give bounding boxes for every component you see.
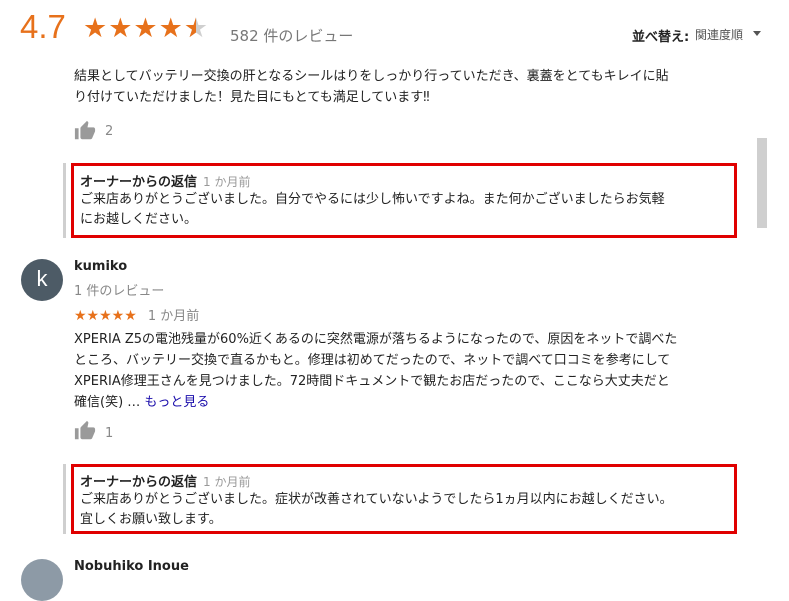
avatar[interactable]: k xyxy=(21,259,63,301)
overall-rating: 4.7 xyxy=(20,8,66,45)
rating-stars: ★★★★★★ xyxy=(83,14,209,44)
more-link[interactable]: もっと見る xyxy=(144,395,209,410)
reply-title: オーナーからの返信 xyxy=(80,475,198,490)
sort-label: 並べ替え: xyxy=(632,30,690,45)
review-rating-row: ★★★★★ 1 か月前 xyxy=(74,305,199,324)
reply-title: オーナーからの返信 xyxy=(80,175,198,190)
sort-dropdown[interactable]: 関連度順 xyxy=(695,26,743,43)
thumbs-up-icon[interactable] xyxy=(74,120,96,142)
reviewer-name[interactable]: kumiko xyxy=(74,259,127,274)
reviewer-name[interactable]: Nobuhiko Inoue xyxy=(74,559,189,574)
like-count: 2 xyxy=(105,124,114,139)
like-count: 1 xyxy=(105,426,114,441)
half-star-icon: ★★ xyxy=(183,13,210,44)
scrollbar-thumb[interactable] xyxy=(757,138,767,228)
thumbs-up-icon[interactable] xyxy=(74,420,96,442)
star-rating: ★★★★★ xyxy=(74,308,137,324)
owner-reply: オーナーからの返信 1 か月前 ご来店ありがとうございました。自分でやるには少し怖… xyxy=(80,171,665,230)
review-count: 582 件のレビュー xyxy=(230,27,354,45)
chevron-down-icon[interactable] xyxy=(753,31,761,36)
full-stars: ★★★★ xyxy=(83,13,184,44)
review-text: XPERIA Z5の電池残量が60%近くあるのに突然電源が落ちるようになったので… xyxy=(74,332,678,410)
reply-date: 1 か月前 xyxy=(203,175,251,189)
reply-divider xyxy=(63,163,71,238)
reviewer-review-count[interactable]: 1 件のレビュー xyxy=(74,280,164,299)
review-date: 1 か月前 xyxy=(147,309,200,324)
reply-text: ご来店ありがとうございました。症状が改善されていないようでしたら1ヵ月以内にお越… xyxy=(80,492,673,527)
reply-text: ご来店ありがとうございました。自分でやるには少し怖いですよね。また何かございまし… xyxy=(80,192,665,227)
reply-date: 1 か月前 xyxy=(203,475,251,489)
reply-divider xyxy=(63,464,71,534)
review-text: 結果としてバッテリー交換の肝となるシールはりをしっかり行っていただき、裏蓋をとて… xyxy=(74,69,669,105)
owner-reply: オーナーからの返信 1 か月前 ご来店ありがとうございました。症状が改善されていな… xyxy=(80,471,673,530)
avatar[interactable] xyxy=(21,559,63,601)
